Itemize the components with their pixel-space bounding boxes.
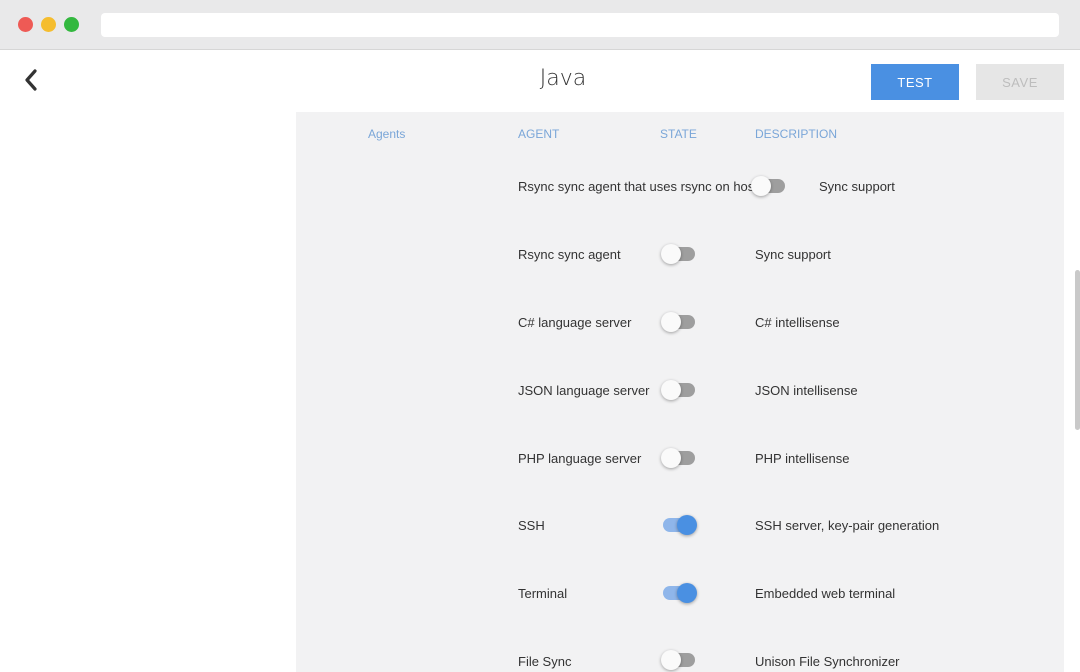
chevron-left-icon	[25, 69, 37, 91]
page-scrollbar[interactable]	[1075, 270, 1080, 430]
window-close-dot[interactable]	[18, 17, 33, 32]
column-header-agent: AGENT	[518, 127, 560, 141]
agent-state-toggle[interactable]	[661, 583, 697, 603]
test-button[interactable]: TEST	[871, 64, 959, 100]
agent-name: JSON language server	[518, 383, 650, 398]
agent-description: JSON intellisense	[755, 383, 858, 398]
agent-state-toggle[interactable]	[661, 380, 697, 400]
agent-description: Sync support	[819, 179, 895, 194]
agent-description: C# intellisense	[755, 315, 840, 330]
back-button[interactable]	[20, 66, 44, 94]
agent-description: PHP intellisense	[755, 451, 850, 466]
agent-name: Rsync sync agent	[518, 247, 621, 262]
agent-description: Embedded web terminal	[755, 586, 896, 601]
save-button[interactable]: SAVE	[976, 64, 1064, 100]
agent-description: SSH server, key-pair generation	[755, 518, 940, 533]
window-minimize-dot[interactable]	[41, 17, 56, 32]
agent-description: Unison File Synchronizer	[755, 654, 900, 669]
window-maximize-dot[interactable]	[64, 17, 79, 32]
column-header-description: DESCRIPTION	[755, 127, 838, 141]
agent-state-toggle[interactable]	[661, 244, 697, 264]
agent-name: File Sync	[518, 654, 572, 669]
agent-state-toggle[interactable]	[751, 176, 787, 196]
agent-name: Rsync sync agent that uses rsync on host	[518, 179, 758, 194]
agent-name: C# language server	[518, 315, 632, 330]
agent-name: SSH	[518, 518, 545, 533]
address-bar[interactable]	[101, 13, 1059, 37]
page-title: Java	[539, 66, 587, 91]
agent-state-toggle[interactable]	[661, 312, 697, 332]
agent-description: Sync support	[755, 247, 831, 262]
column-header-state: STATE	[660, 127, 697, 141]
agent-state-toggle[interactable]	[661, 448, 697, 468]
agent-name: Terminal	[518, 586, 568, 601]
agent-state-toggle[interactable]	[661, 650, 697, 670]
section-label-agents[interactable]: Agents	[368, 127, 405, 141]
agent-state-toggle[interactable]	[661, 515, 697, 535]
agent-name: PHP language server	[518, 451, 642, 466]
browser-chrome	[0, 0, 1080, 50]
